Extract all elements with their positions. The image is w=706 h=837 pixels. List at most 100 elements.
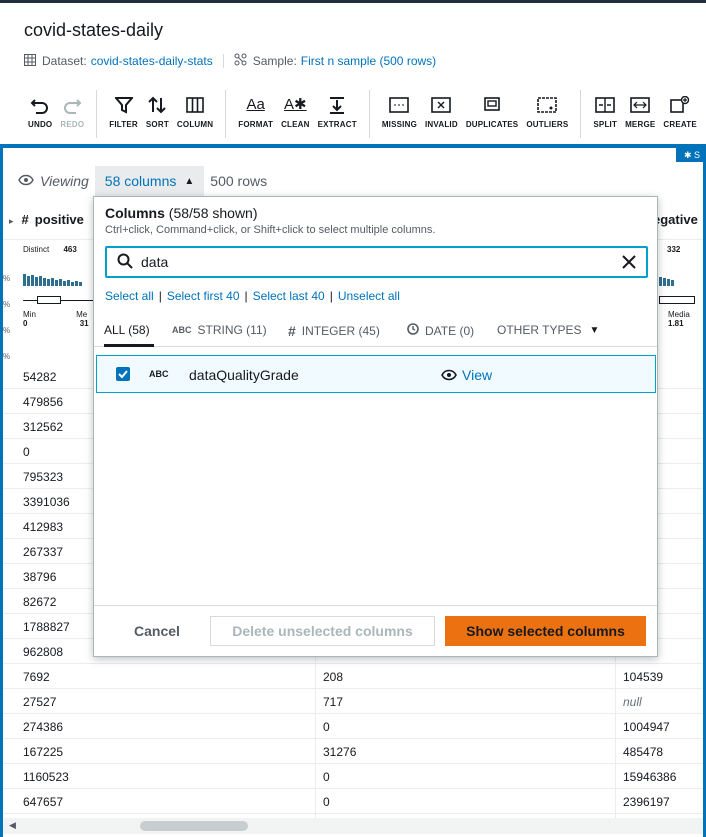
view-label: View [462, 367, 493, 383]
table-cell: 962808 [23, 645, 64, 659]
table-cell: 104539 [623, 670, 664, 684]
negative-histogram [659, 276, 699, 286]
undo-label: UNDO [28, 120, 53, 129]
sample-link[interactable]: First n sample (500 rows) [301, 54, 436, 68]
select-first-40-link[interactable]: Select first 40 [167, 289, 240, 303]
format-icon: Aa [246, 96, 265, 113]
columns-dropdown-button[interactable]: 58 columns ▲ [94, 166, 205, 196]
duplicates-label: DUPLICATES [465, 120, 519, 129]
horizontal-scrollbar[interactable]: ◀ [3, 818, 703, 834]
undo-button[interactable]: UNDO [28, 94, 52, 129]
tab-string-label: STRING (11) [197, 323, 267, 337]
sort-button[interactable]: SORT [146, 94, 169, 129]
create-button[interactable]: CREATE [663, 94, 697, 129]
table-cell: 312562 [23, 420, 64, 434]
toolbar: UNDO REDO FILTER SORT COLUMN Aa FORMAT A… [0, 86, 706, 144]
table-cell: 0 [23, 445, 30, 459]
active-tab-underline [104, 344, 154, 347]
type-filter-tabs: ALL (58) ABC STRING (11) # INTEGER (45) DA… [94, 315, 657, 347]
show-selected-button[interactable]: Show selected columns [445, 616, 646, 646]
select-all-link[interactable]: Select all [105, 289, 154, 303]
table-cell: 167225 [23, 745, 64, 759]
columns-count: 58 columns [104, 173, 177, 189]
unselect-all-link[interactable]: Unselect all [338, 289, 400, 303]
table-cell: 485478 [623, 745, 664, 759]
sample-icon [234, 53, 247, 69]
dataset-meta: Dataset: covid-states-daily-stats Sample… [24, 53, 436, 69]
delete-unselected-button[interactable]: Delete unselected columns [210, 616, 435, 646]
create-label: CREATE [663, 120, 697, 129]
eye-icon [18, 173, 34, 189]
tab-other-types[interactable]: OTHER TYPES ▼ [497, 323, 599, 337]
split-button[interactable]: SPLIT [593, 94, 617, 129]
table-row: 167225 31276 485478 [3, 739, 703, 764]
table-cell: 15946386 [623, 770, 677, 784]
table-cell: 267337 [23, 545, 64, 559]
table-cell: 412983 [23, 520, 64, 534]
extract-button[interactable]: EXTRACT [318, 94, 357, 129]
clear-search-icon[interactable] [620, 253, 638, 274]
filter-label: FILTER [109, 120, 138, 129]
tab-all[interactable]: ALL (58) [104, 323, 150, 337]
table-cell: 3391036 [23, 495, 70, 509]
extract-icon [327, 94, 347, 116]
duplicates-button[interactable]: DUPLICATES [466, 94, 519, 129]
invalid-button[interactable]: INVALID [425, 94, 458, 129]
outliers-icon [537, 94, 558, 116]
table-cell: 38796 [23, 570, 57, 584]
positive-histogram [23, 272, 93, 286]
column-label: COLUMN [176, 120, 214, 129]
distinct-value: 463 [63, 245, 77, 254]
dataset-link[interactable]: covid-states-daily-stats [91, 54, 213, 68]
schema-tag[interactable]: ✱ S [676, 148, 706, 162]
tab-string[interactable]: ABC STRING (11) [172, 323, 267, 337]
table-cell: 27527 [23, 695, 57, 709]
filter-button[interactable]: FILTER [109, 94, 138, 129]
table-row: 1160523 0 15946386 [3, 764, 703, 789]
sort-label: SORT [145, 120, 169, 129]
scroll-left-icon[interactable]: ◀ [9, 820, 16, 831]
popover-title-text: Columns [105, 205, 165, 221]
scrollbar-thumb[interactable] [140, 821, 248, 831]
table-cell: 31276 [323, 745, 357, 759]
cancel-button[interactable]: Cancel [134, 623, 180, 639]
select-last-40-link[interactable]: Select last 40 [253, 289, 325, 303]
missing-label: MISSING [381, 120, 417, 129]
tab-date[interactable]: DATE (0) [407, 323, 474, 338]
clean-button[interactable]: A✱ CLEAN [281, 94, 310, 129]
view-column-link[interactable]: View [441, 367, 492, 383]
median-label: Me [76, 310, 88, 319]
table-cell: 54282 [23, 370, 57, 384]
column-header-label: egative [653, 212, 698, 227]
redo-label: REDO [60, 120, 85, 129]
format-button[interactable]: Aa FORMAT [238, 94, 273, 129]
merge-button[interactable]: MERGE [625, 94, 655, 129]
table-cell: 0 [323, 720, 330, 734]
tab-other-label: OTHER TYPES [497, 323, 582, 337]
popover-title: Columns (58/58 shown) [105, 205, 258, 221]
tab-integer[interactable]: # INTEGER (45) [288, 323, 380, 339]
dataset-icon [24, 53, 36, 69]
missing-button[interactable]: MISSING [382, 94, 417, 129]
merge-icon [630, 94, 651, 116]
redo-button[interactable]: REDO [60, 94, 84, 129]
grid-top-border [0, 144, 706, 148]
table-cell: 717 [323, 695, 344, 709]
search-input[interactable] [141, 254, 601, 270]
column-button[interactable]: COLUMN [177, 94, 213, 129]
toolbar-divider [580, 90, 582, 138]
median-value: 31 [79, 319, 89, 328]
column-name: dataQualityGrade [189, 367, 299, 383]
positive-boxplot [23, 296, 93, 304]
redo-icon [62, 94, 82, 116]
table-cell: 1160523 [23, 770, 69, 784]
column-list-item[interactable]: ABC dataQualityGrade View [96, 355, 656, 393]
missing-icon [389, 94, 410, 116]
table-cell: 1788827 [23, 620, 70, 634]
extract-label: EXTRACT [317, 120, 357, 129]
meta-divider [222, 54, 224, 68]
column-checkbox[interactable] [116, 367, 130, 381]
table-row: 647657 0 2396197 [3, 789, 703, 814]
outliers-button[interactable]: OUTLIERS [526, 94, 568, 129]
tab-date-label: DATE (0) [425, 323, 475, 338]
